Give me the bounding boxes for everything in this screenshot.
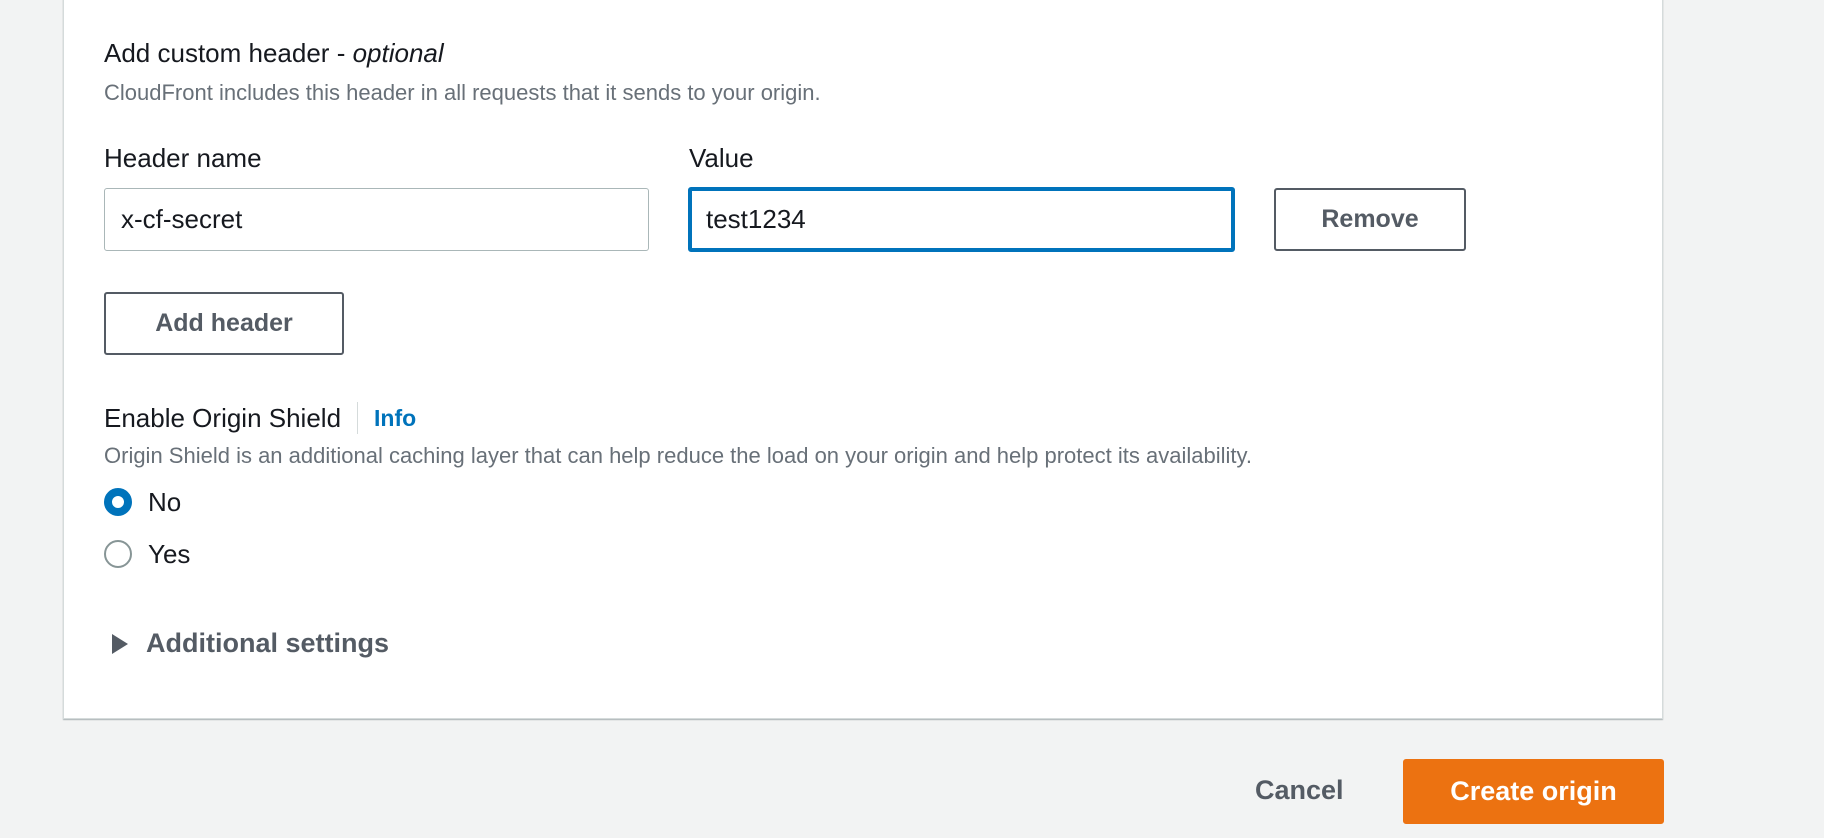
title-divider [357, 402, 359, 434]
caret-right-icon [112, 633, 128, 654]
optional-tag: optional [352, 38, 444, 68]
create-origin-button[interactable]: Create origin [1403, 759, 1664, 824]
custom-header-title-text: Add custom header - [104, 38, 353, 68]
radio-no[interactable] [104, 488, 132, 516]
radio-label-yes: Yes [148, 538, 191, 569]
additional-settings-expander[interactable]: Additional settings [112, 628, 389, 659]
add-header-button[interactable]: Add header [104, 292, 344, 355]
header-name-label: Header name [104, 143, 262, 173]
custom-header-title: Add custom header - optional [104, 38, 444, 69]
origin-shield-option-no[interactable]: No [104, 486, 181, 518]
origin-shield-info-link[interactable]: Info [374, 405, 416, 432]
remove-header-button[interactable]: Remove [1274, 188, 1466, 251]
additional-settings-label: Additional settings [146, 628, 389, 658]
header-value-input[interactable] [688, 187, 1235, 252]
origin-shield-description: Origin Shield is an additional caching l… [104, 443, 1252, 468]
value-label: Value [689, 143, 754, 173]
custom-header-description: CloudFront includes this header in all r… [104, 80, 821, 105]
origin-settings-panel [63, 0, 1663, 719]
origin-shield-header: Enable Origin Shield Info [104, 400, 416, 436]
header-name-input[interactable] [104, 188, 649, 251]
radio-label-no: No [148, 486, 182, 517]
cancel-button[interactable]: Cancel [1255, 775, 1344, 806]
origin-shield-option-yes[interactable]: Yes [104, 538, 190, 570]
radio-yes[interactable] [104, 540, 132, 568]
origin-shield-title: Enable Origin Shield [104, 402, 342, 433]
